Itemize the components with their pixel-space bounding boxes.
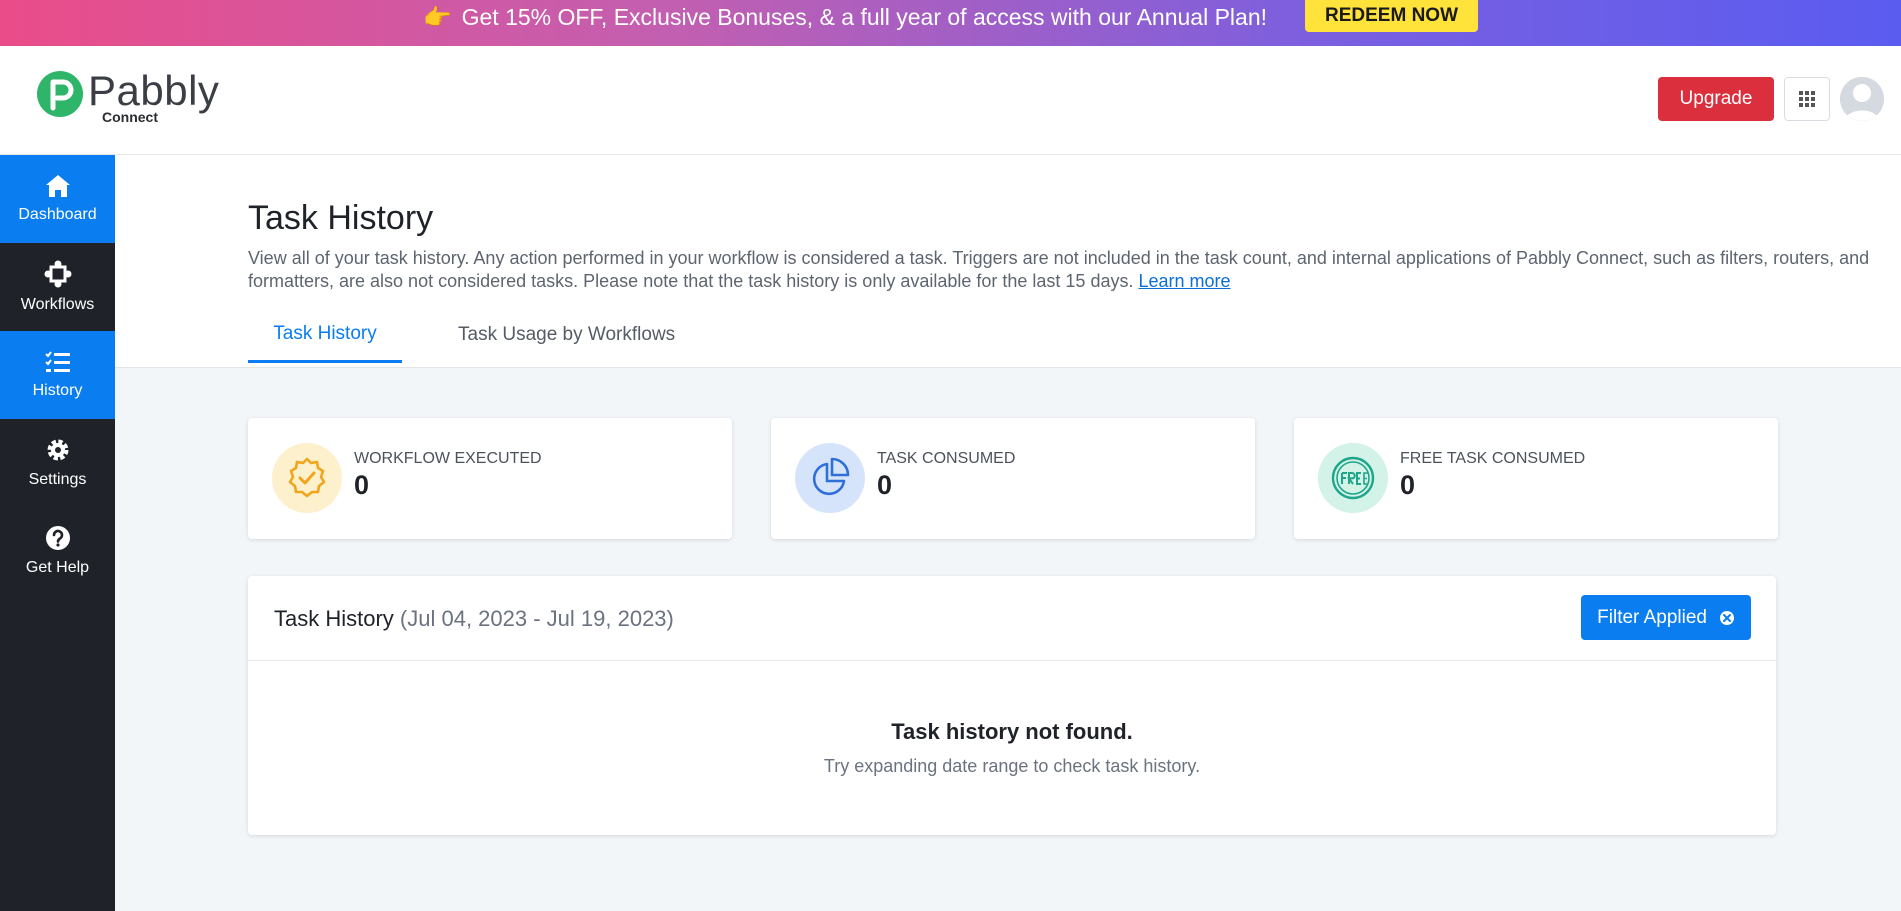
stat-icon-bg [795,443,865,513]
sidebar-item-label: Dashboard [18,206,97,223]
badge-check-icon [288,457,326,498]
pie-chart-icon [812,457,850,496]
stat-label: FREE TASK CONSUMED [1400,450,1586,467]
tab-task-usage-by-workflows[interactable]: Task Usage by Workflows [458,307,675,363]
panel-title: Task History (Jul 04, 2023 - Jul 19, 202… [274,606,674,632]
pointing-hand-icon: 👉 [422,3,452,30]
help-icon [45,526,70,550]
page-title: Task History [248,199,434,237]
learn-more-link[interactable]: Learn more [1138,271,1230,291]
logo-name: Pabbly [88,67,220,114]
panel-header: Task History (Jul 04, 2023 - Jul 19, 202… [248,576,1776,661]
workflow-icon [44,260,71,288]
stat-label: TASK CONSUMED [877,450,1016,467]
apps-grid-button[interactable] [1784,77,1830,121]
sidebar: Dashboard Workflows History Settings Get… [0,155,115,911]
stat-value: 0 [1400,470,1416,500]
sidebar-item-history[interactable]: History [0,331,115,419]
stat-card-workflow-executed: WORKFLOW EXECUTED 0 [248,418,732,539]
home-icon [45,175,70,197]
stat-card-free-task-consumed: FREE TASK CONSUMED 0 [1294,418,1778,539]
sidebar-item-label: History [32,382,83,399]
sidebar-item-dashboard[interactable]: Dashboard [0,155,115,243]
page-header: Task History View all of your task histo… [115,155,1901,368]
free-badge-icon [1331,456,1375,500]
pabbly-logo[interactable]: Pabbly Connect [36,70,219,124]
stat-icon-bg [1318,443,1388,513]
sidebar-item-workflows[interactable]: Workflows [0,243,115,331]
empty-state-title: Task history not found. [891,719,1133,744]
filter-applied-button[interactable]: Filter Applied [1581,595,1751,640]
page-description: View all of your task history. Any actio… [248,247,1898,293]
stat-label: WORKFLOW EXECUTED [354,450,542,467]
date-range: (Jul 04, 2023 - Jul 19, 2023) [399,606,674,631]
sidebar-item-label: Get Help [25,559,90,576]
sidebar-item-label: Settings [28,471,87,488]
panel-title-text: Task History [274,606,394,631]
history-list-icon [44,351,70,372]
empty-state-subtitle: Try expanding date range to check task h… [823,756,1201,776]
promo-banner: 👉 Get 15% OFF, Exclusive Bonuses, & a fu… [0,0,1901,46]
stat-card-task-consumed: TASK CONSUMED 0 [771,418,1255,539]
user-avatar[interactable] [1840,77,1884,121]
upgrade-button[interactable]: Upgrade [1658,77,1774,121]
sidebar-item-settings[interactable]: Settings [0,419,115,507]
stat-value: 0 [877,470,893,500]
grid-icon [1799,91,1815,107]
filter-label: Filter Applied [1597,606,1707,628]
user-silhouette-icon [1840,77,1884,121]
close-circle-icon[interactable] [1719,610,1735,626]
sidebar-item-label: Workflows [20,296,95,313]
page-description-text: View all of your task history. Any actio… [248,248,1870,291]
task-history-panel: Task History (Jul 04, 2023 - Jul 19, 202… [248,576,1776,835]
stat-value: 0 [354,470,370,500]
stat-icon-bg [272,443,342,513]
gear-icon [47,439,68,461]
promo-message: Get 15% OFF, Exclusive Bonuses, & a full… [461,3,1268,30]
top-bar: Pabbly Connect Upgrade [0,46,1901,155]
redeem-now-button[interactable]: REDEEM NOW [1305,0,1479,32]
promo-text: 👉 Get 15% OFF, Exclusive Bonuses, & a fu… [423,4,1267,31]
pabbly-p-icon [37,71,83,117]
tab-task-history[interactable]: Task History [248,307,402,363]
sidebar-item-get-help[interactable]: Get Help [0,507,115,595]
